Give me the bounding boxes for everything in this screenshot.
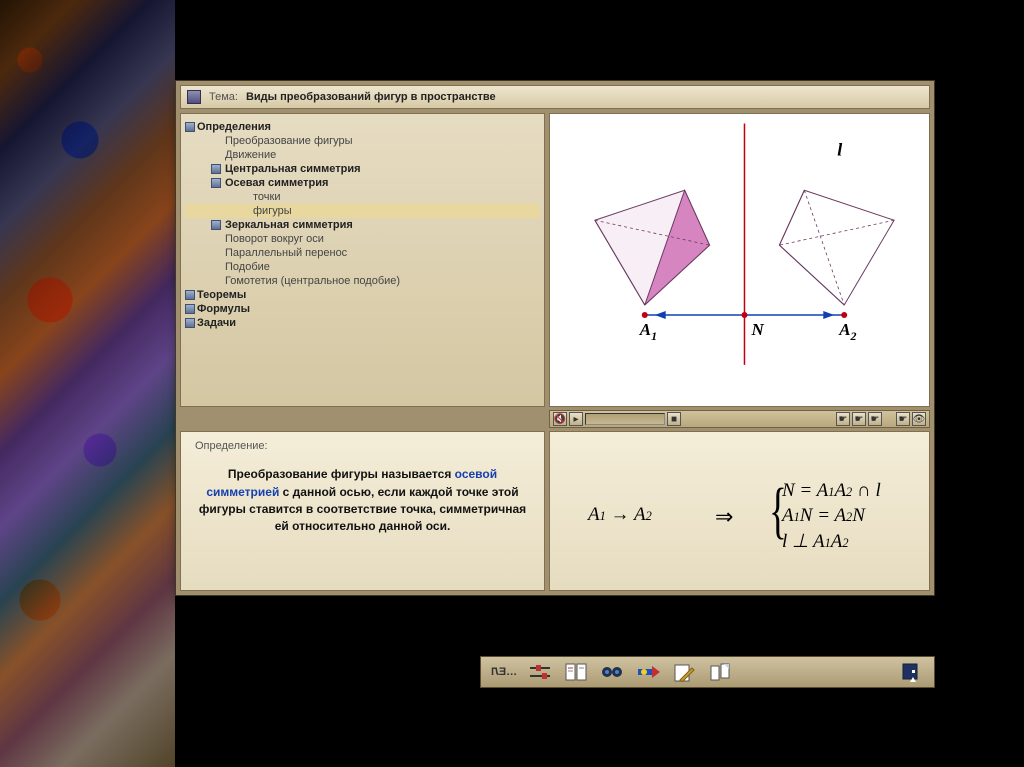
theme-icon <box>187 90 201 104</box>
tool-slider-icon[interactable] <box>527 661 553 683</box>
definition-panel: Определение: Преобразование фигуры назыв… <box>180 431 545 591</box>
nav-item-13[interactable]: Формулы <box>185 302 540 316</box>
theme-value: Виды преобразований фигур в пространстве <box>246 91 496 103</box>
bullet-icon <box>211 220 221 230</box>
theme-label: Тема: <box>209 91 238 103</box>
progress-track[interactable] <box>585 413 665 425</box>
nav-item-8[interactable]: Поворот вокруг оси <box>185 232 540 246</box>
media-bar: 🔇 ▸ ■ ☛ ☛ ☛ ☛ 👁 <box>549 410 930 428</box>
figure-panel: l A1 N A2 <box>549 113 930 407</box>
nav-item-3[interactable]: Центральная симметрия <box>185 162 540 176</box>
nav-item-7[interactable]: Зеркальная симметрия <box>185 218 540 232</box>
tool-edit-icon[interactable] <box>671 661 697 683</box>
nav-item-label: точки <box>253 191 280 203</box>
tool-pages-icon[interactable] <box>707 661 733 683</box>
nav-item-label: Осевая симметрия <box>225 177 328 189</box>
nav-item-1[interactable]: Преобразование фигуры <box>185 134 540 148</box>
svg-text:N: N <box>750 320 764 339</box>
nav-item-label: Определения <box>197 121 271 133</box>
nav-item-label: Теоремы <box>197 289 246 301</box>
main-window: Тема: Виды преобразований фигур в простр… <box>175 80 935 596</box>
theme-bar: Тема: Виды преобразований фигур в простр… <box>180 85 930 109</box>
nav-item-5[interactable]: точки <box>185 190 540 204</box>
bullet-icon <box>185 122 195 132</box>
tool-exit-icon[interactable] <box>898 661 924 683</box>
svg-text:l: l <box>837 139 842 159</box>
bullet-icon <box>211 164 221 174</box>
nav-item-12[interactable]: Теоремы <box>185 288 540 302</box>
nav-item-label: фигуры <box>253 205 292 217</box>
formula-panel: A1 → A2 ⇒ { N = A1A2 ∩ l A1N = A2N l ⊥ A… <box>549 431 930 591</box>
mute-button[interactable]: 🔇 <box>553 412 567 426</box>
nav-item-0[interactable]: Определения <box>185 120 540 134</box>
play-button[interactable]: ▸ <box>569 412 583 426</box>
nav-item-6[interactable]: фигуры <box>185 204 540 218</box>
nav-item-label: Формулы <box>197 303 250 315</box>
bottom-toolbar: …ЕЛ <box>480 656 935 688</box>
stop-button[interactable]: ■ <box>667 412 681 426</box>
hand-3-button[interactable]: ☛ <box>868 412 882 426</box>
tool-arrow-icon[interactable] <box>635 661 661 683</box>
nav-item-label: Гомотетия (центральное подобие) <box>225 275 400 287</box>
nav-item-label: Подобие <box>225 261 270 273</box>
nav-item-14[interactable]: Задачи <box>185 316 540 330</box>
nav-item-label: Параллельный перенос <box>225 247 347 259</box>
svg-text:A2: A2 <box>838 320 856 343</box>
nav-item-11[interactable]: Гомотетия (центральное подобие) <box>185 274 540 288</box>
bullet-icon <box>185 318 195 328</box>
definition-text: Преобразование фигуры называется осевой … <box>195 466 530 536</box>
svg-text:A1: A1 <box>639 320 657 343</box>
nav-item-2[interactable]: Движение <box>185 148 540 162</box>
nav-item-label: Зеркальная симметрия <box>225 219 353 231</box>
bullet-icon <box>211 178 221 188</box>
nav-item-10[interactable]: Подобие <box>185 260 540 274</box>
decorative-background <box>0 0 175 767</box>
nav-item-label: Поворот вокруг оси <box>225 233 324 245</box>
nav-item-9[interactable]: Параллельный перенос <box>185 246 540 260</box>
hand-2-button[interactable]: ☛ <box>852 412 866 426</box>
bullet-icon <box>185 290 195 300</box>
symmetry-figure: l A1 N A2 <box>550 114 929 406</box>
hand-4-button[interactable]: ☛ <box>896 412 910 426</box>
nav-item-4[interactable]: Осевая симметрия <box>185 176 540 190</box>
definition-heading: Определение: <box>195 440 530 452</box>
toolbar-text: …ЕЛ <box>491 666 517 678</box>
tool-binoculars-icon[interactable] <box>599 661 625 683</box>
hand-1-button[interactable]: ☛ <box>836 412 850 426</box>
nav-item-label: Центральная симметрия <box>225 163 361 175</box>
eye-button[interactable]: 👁 <box>912 412 926 426</box>
tool-notes-icon[interactable] <box>563 661 589 683</box>
nav-item-label: Преобразование фигуры <box>225 135 353 147</box>
nav-item-label: Движение <box>225 149 276 161</box>
topic-tree: Определения Преобразование фигуры Движение… <box>180 113 545 407</box>
nav-item-label: Задачи <box>197 317 236 329</box>
bullet-icon <box>185 304 195 314</box>
